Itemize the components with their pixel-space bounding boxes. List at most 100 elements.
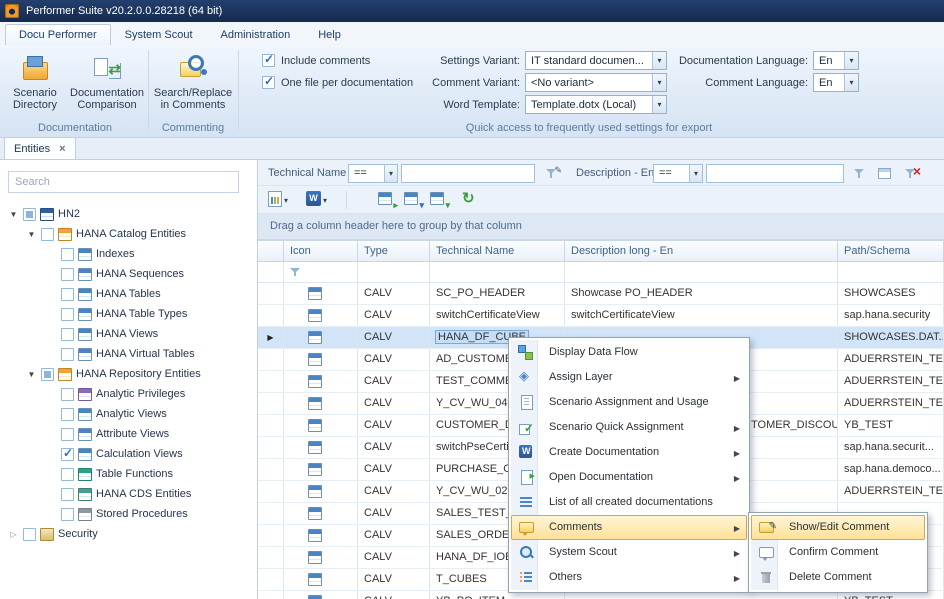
expander-icon[interactable] xyxy=(26,230,37,239)
header-technical-name-column[interactable]: Technical Name xyxy=(430,241,565,261)
tree-checkbox[interactable] xyxy=(61,288,74,301)
header-type-column[interactable]: Type xyxy=(358,241,430,261)
auto-filter-cell[interactable] xyxy=(358,262,430,282)
group-by-bar[interactable]: Drag a column header here to group by th… xyxy=(258,214,944,240)
tree-item[interactable]: HANA CDS Entities xyxy=(0,484,257,504)
filter-icon[interactable] xyxy=(850,164,870,183)
submenu-item[interactable]: Confirm Comment ▶ xyxy=(751,540,925,565)
header-description-column[interactable]: Description long - En xyxy=(565,241,838,261)
context-menu-item[interactable]: Scenario Assignment and Usage ▶ xyxy=(511,390,747,415)
auto-filter-cell[interactable] xyxy=(430,262,565,282)
search-replace-comments-button[interactable]: Search/Replace in Comments xyxy=(152,50,234,122)
tree-checkbox[interactable] xyxy=(41,368,54,381)
tree-item[interactable]: HANA Sequences xyxy=(0,264,257,284)
language-dropdown[interactable]: En ▾ xyxy=(813,51,859,70)
tree-checkbox[interactable] xyxy=(61,268,74,281)
checkbox[interactable] xyxy=(262,76,275,89)
header-icon-column[interactable]: Icon xyxy=(284,241,358,261)
tree-checkbox[interactable] xyxy=(61,488,74,501)
table-row[interactable]: ▶ CALV SC_PO_HEADER Showcase PO_HEADER S… xyxy=(258,283,944,305)
auto-filter-cell[interactable] xyxy=(565,262,838,282)
tree-checkbox[interactable] xyxy=(23,528,36,541)
language-dropdown[interactable]: En ▾ xyxy=(813,73,859,92)
tree-checkbox[interactable] xyxy=(23,208,36,221)
tree-item[interactable]: Stored Procedures xyxy=(0,504,257,524)
documentation-comparison-button[interactable]: Documentation Comparison xyxy=(68,50,146,122)
context-menu-item[interactable]: Others ▶ xyxy=(511,565,747,590)
tree-item[interactable]: Security xyxy=(0,524,257,544)
tree-item[interactable]: HN2 xyxy=(0,204,257,224)
tree-checkbox[interactable] xyxy=(61,508,74,521)
checkbox-option[interactable]: One file per documentation xyxy=(262,76,413,89)
tree-item[interactable]: HANA Catalog Entities xyxy=(0,224,257,244)
tree-item[interactable]: HANA Tables xyxy=(0,284,257,304)
auto-filter-row[interactable] xyxy=(258,262,944,283)
scenario-directory-button[interactable]: Scenario Directory xyxy=(4,50,66,122)
tree-checkbox[interactable] xyxy=(61,348,74,361)
tree-item[interactable]: HANA Repository Entities xyxy=(0,364,257,384)
context-menu-item[interactable]: Scenario Quick Assignment ▶ xyxy=(511,415,747,440)
tree-item[interactable]: HANA Table Types xyxy=(0,304,257,324)
tab-entities[interactable]: Entities × xyxy=(4,137,76,159)
row-technical-name[interactable]: SC_PO_HEADER xyxy=(430,283,565,304)
close-icon[interactable]: × xyxy=(59,139,65,159)
refresh-button[interactable]: ↻ xyxy=(462,189,475,207)
tree-item[interactable]: Indexes xyxy=(0,244,257,264)
clear-filter-icon[interactable]: × xyxy=(901,164,921,183)
word-document-dropdown-button[interactable]: ▾ xyxy=(304,191,329,211)
header-path-schema-column[interactable]: Path/Schema xyxy=(838,241,944,261)
description-filter-input[interactable] xyxy=(706,164,844,183)
settings-dropdown[interactable]: Template.dotx (Local) ▾ xyxy=(525,95,667,114)
tree-checkbox[interactable] xyxy=(61,468,74,481)
submenu-item[interactable]: Delete Comment ▶ xyxy=(751,565,925,590)
expander-icon[interactable] xyxy=(26,370,37,379)
tree-checkbox[interactable] xyxy=(61,248,74,261)
tree-checkbox[interactable] xyxy=(61,308,74,321)
auto-filter-icon-cell[interactable] xyxy=(284,262,358,282)
row-technical-name[interactable]: switchCertificateView xyxy=(430,305,565,326)
table-row[interactable]: ▶ CALV switchCertificateView switchCerti… xyxy=(258,305,944,327)
tree-item[interactable]: Attribute Views xyxy=(0,424,257,444)
expander-icon[interactable] xyxy=(8,530,19,539)
context-menu-item[interactable]: List of all created documentations ▶ xyxy=(511,490,747,515)
context-menu-item[interactable]: Comments ▶ xyxy=(511,515,747,540)
tree-checkbox[interactable] xyxy=(61,428,74,441)
edit-filter-icon[interactable]: ✎ xyxy=(542,164,562,183)
checkbox-option[interactable]: Include comments xyxy=(262,54,413,67)
search-input[interactable] xyxy=(8,171,239,193)
export-list-button[interactable]: ▾ xyxy=(430,191,448,209)
ribbon-tab[interactable]: Help xyxy=(304,24,355,45)
tree-checkbox[interactable] xyxy=(61,328,74,341)
technical-name-filter-input[interactable] xyxy=(401,164,535,183)
ribbon-tab[interactable]: Administration xyxy=(207,24,305,45)
tree-checkbox[interactable] xyxy=(61,408,74,421)
ribbon-tab[interactable]: System Scout xyxy=(111,24,207,45)
export-grid-button[interactable]: ▾ xyxy=(404,191,422,209)
auto-filter-cell[interactable] xyxy=(838,262,944,282)
ribbon-tab[interactable]: Docu Performer xyxy=(5,24,111,45)
context-menu-item[interactable]: System Scout ▶ xyxy=(511,540,747,565)
submenu-item[interactable]: Show/Edit Comment ▶ xyxy=(751,515,925,540)
technical-name-operator-dropdown[interactable]: == ▾ xyxy=(348,164,398,183)
context-menu-item[interactable]: Display Data Flow ▶ xyxy=(511,340,747,365)
checkbox[interactable] xyxy=(262,54,275,67)
context-menu-item[interactable]: Create Documentation ▶ xyxy=(511,440,747,465)
tree-item[interactable]: Analytic Views xyxy=(0,404,257,424)
context-menu-item[interactable]: Assign Layer ▶ xyxy=(511,365,747,390)
expander-icon[interactable] xyxy=(8,210,19,219)
tree-item[interactable]: Analytic Privileges xyxy=(0,384,257,404)
description-operator-dropdown[interactable]: == ▾ xyxy=(653,164,703,183)
word-report-dropdown-button[interactable]: ▾ xyxy=(266,191,290,211)
tree-checkbox[interactable] xyxy=(41,228,54,241)
filter-editor-icon[interactable] xyxy=(875,164,895,183)
tree-checkbox[interactable] xyxy=(61,448,74,461)
tree-checkbox[interactable] xyxy=(61,388,74,401)
export-excel-button[interactable]: ▸ xyxy=(378,191,396,209)
tree-item[interactable]: Calculation Views xyxy=(0,444,257,464)
settings-dropdown[interactable]: <No variant> ▾ xyxy=(525,73,667,92)
settings-dropdown[interactable]: IT standard documen... ▾ xyxy=(525,51,667,70)
tree-item[interactable]: HANA Virtual Tables xyxy=(0,344,257,364)
tree-item[interactable]: Table Functions xyxy=(0,464,257,484)
tree-item[interactable]: HANA Views xyxy=(0,324,257,344)
context-menu-item[interactable]: Open Documentation ▶ xyxy=(511,465,747,490)
